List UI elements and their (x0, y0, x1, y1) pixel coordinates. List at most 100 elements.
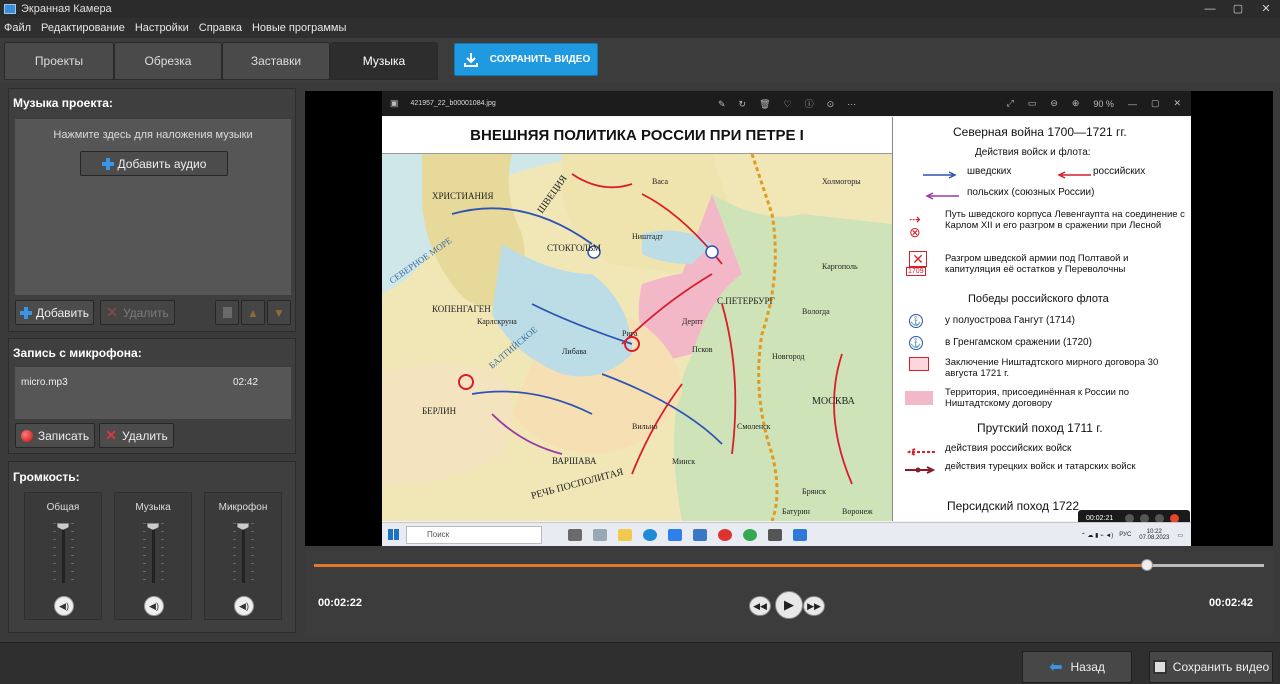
volume-music-slider[interactable] (152, 523, 155, 583)
grengam-icon: ⚓ (909, 336, 923, 350)
recording-time: 00:02:21 (1086, 515, 1114, 522)
map-title: ВНЕШНЯЯ ПОЛИТИКА РОССИИ ПРИ ПЕТРЕ I (382, 117, 892, 154)
menu-file[interactable]: Файл (4, 22, 31, 34)
close-button[interactable]: ✕ (1252, 0, 1280, 18)
playback-track[interactable] (314, 559, 1264, 571)
play-button[interactable]: ▶ (775, 591, 803, 619)
legend-defeat: Разгром шведской армии под Полтавой и ка… (945, 253, 1129, 275)
task-view-icon (568, 528, 582, 541)
volume-mic-thumb[interactable] (237, 523, 249, 530)
speaker-icon[interactable]: ◀) (144, 596, 164, 616)
legend-gangut: у полуострова Гангут (1714) (945, 315, 1075, 326)
viewer-tools: ✎↻🗑♡ⓘ⊙⋯ (718, 99, 870, 109)
tab-projects[interactable]: Проекты (4, 42, 114, 80)
volume-music-label: Музыка (135, 502, 171, 513)
tab-music[interactable]: Музыка (330, 42, 438, 80)
music-panel-title: Музыка проекта: (13, 96, 113, 110)
volume-panel-title: Громкость: (13, 470, 80, 484)
copy-button[interactable] (215, 300, 239, 325)
move-down-button[interactable]: ▼ (267, 300, 291, 325)
svg-text:Батурин: Батурин (782, 507, 811, 516)
floppy-icon (1152, 660, 1167, 674)
legend-prut-tur: действия турецких войск и татарских войс… (945, 461, 1136, 472)
tray-lang: РУС (1119, 532, 1132, 538)
download-icon (463, 52, 478, 67)
tab-intros[interactable]: Заставки (222, 42, 330, 80)
svg-text:МОСКВА: МОСКВА (812, 396, 856, 407)
save-video-top-button[interactable]: СОХРАНИТЬ ВИДЕО (454, 43, 598, 76)
volume-general-thumb[interactable] (57, 523, 69, 530)
viewer-filename: 421957_22_b00001084.jpg (410, 100, 496, 107)
arrow-left-icon: ⬅ (1049, 659, 1063, 676)
fullscreen-icon: ⤢ (1006, 98, 1014, 108)
legend-war-title: Северная война 1700—1721 гг. (953, 125, 1127, 139)
chrome-icon (743, 528, 757, 541)
add-audio-button[interactable]: Добавить аудио (80, 151, 228, 176)
gallery-icon: ▣ (390, 98, 399, 108)
back-label: Назад (1070, 660, 1105, 674)
minimize-button[interactable]: — (1196, 0, 1224, 18)
arrow-down-icon: ▼ (273, 305, 285, 320)
system-tray: ⌃ ☁ ▮ ⌁ ◄) РУС 10:22 07.08.2023 ▭ (1081, 523, 1183, 546)
volume-mic-slider[interactable] (242, 523, 245, 583)
volume-music-thumb[interactable] (147, 523, 159, 530)
bottom-bar: ⬅ Назад Сохранить видео (0, 642, 1280, 684)
rewind-icon: ◀◀ (753, 600, 767, 611)
previous-button[interactable]: ◀◀ (749, 596, 771, 616)
zoom-out-icon: ⊖ (1050, 98, 1058, 108)
menu-edit[interactable]: Редактирование (41, 22, 125, 34)
arrow-turkish-icon (905, 466, 935, 474)
captured-image-viewer: ▣ 421957_22_b00001084.jpg ✎↻🗑♡ⓘ⊙⋯ ⤢ ▭ ⊖ … (382, 91, 1191, 546)
taskbar-apps (568, 528, 818, 541)
legend-grengam: в Гренгамском сражении (1720) (945, 337, 1092, 348)
legend-persian: Персидский поход 1722 (947, 499, 1080, 513)
record-button[interactable]: Записать (15, 423, 95, 448)
arrow-purple-icon (925, 192, 959, 200)
svg-text:Вологда: Вологда (802, 307, 830, 316)
move-up-button[interactable]: ▲ (241, 300, 265, 325)
mail-icon (668, 528, 682, 541)
treaty-icon (909, 357, 929, 371)
add-music-button[interactable]: Добавить (15, 300, 94, 325)
legend-corps: Путь шведского корпуса Левенгаупта на со… (945, 209, 1185, 231)
taskbar-search: Поиск (406, 525, 542, 544)
save-video-label: Сохранить видео (1172, 660, 1270, 674)
mic-file-row[interactable]: micro.mp3 02:42 (15, 367, 291, 419)
viewer-zoom: 90 % (1093, 98, 1114, 109)
delete-mic-label: Удалить (121, 428, 168, 443)
music-panel: Музыка проекта: Нажмите здесь для наложе… (8, 88, 296, 332)
menu-help[interactable]: Справка (199, 22, 242, 34)
save-video-top-label: СОХРАНИТЬ ВИДЕО (489, 54, 591, 65)
svg-text:Либава: Либава (562, 347, 587, 356)
photos-icon (793, 528, 807, 541)
maximize-button[interactable]: ▢ (1224, 0, 1252, 18)
svg-text:Каргополь: Каргополь (822, 262, 858, 271)
plus-icon (19, 306, 32, 319)
menu-new-programs[interactable]: Новые программы (252, 22, 346, 34)
legend-year-1709: 1709 (906, 267, 926, 276)
legend-prut-title: Прутский поход 1711 г. (977, 421, 1103, 435)
tick-marks (161, 523, 164, 583)
arrow-red-icon (1057, 171, 1091, 179)
music-drop-area[interactable]: Нажмите здесь для наложения музыки (15, 119, 291, 295)
back-button[interactable]: ⬅ Назад (1022, 651, 1132, 683)
save-video-button[interactable]: Сохранить видео (1149, 651, 1273, 683)
svg-text:Брянск: Брянск (802, 487, 826, 496)
delete-music-button[interactable]: ✕ Удалить (100, 300, 175, 325)
speaker-icon[interactable]: ◀) (234, 596, 254, 616)
tick-marks (233, 523, 236, 583)
map-drawing: ХРИСТИАНИЯ ШВЕЦИЯ СЕВЕРНОЕ МОРЕ СТОКГОЛЬ… (382, 154, 892, 521)
playback-knob[interactable] (1141, 559, 1154, 571)
menu-settings[interactable]: Настройки (135, 22, 189, 34)
total-time: 00:02:42 (1209, 597, 1254, 609)
next-button[interactable]: ▶▶ (803, 596, 825, 616)
volume-general-slider[interactable] (62, 523, 65, 583)
current-time: 00:02:22 (318, 597, 363, 609)
photo-viewer-toolbar: ▣ 421957_22_b00001084.jpg ✎↻🗑♡ⓘ⊙⋯ ⤢ ▭ ⊖ … (382, 91, 1191, 116)
tab-trim[interactable]: Обрезка (114, 42, 222, 80)
app-icon (593, 528, 607, 541)
legend-treaty: Заключение Ништадтского мирного договора… (945, 357, 1159, 379)
delete-mic-button[interactable]: ✕ Удалить (99, 423, 174, 448)
volume-mic: Микрофон ◀) (204, 492, 282, 620)
speaker-icon[interactable]: ◀) (54, 596, 74, 616)
